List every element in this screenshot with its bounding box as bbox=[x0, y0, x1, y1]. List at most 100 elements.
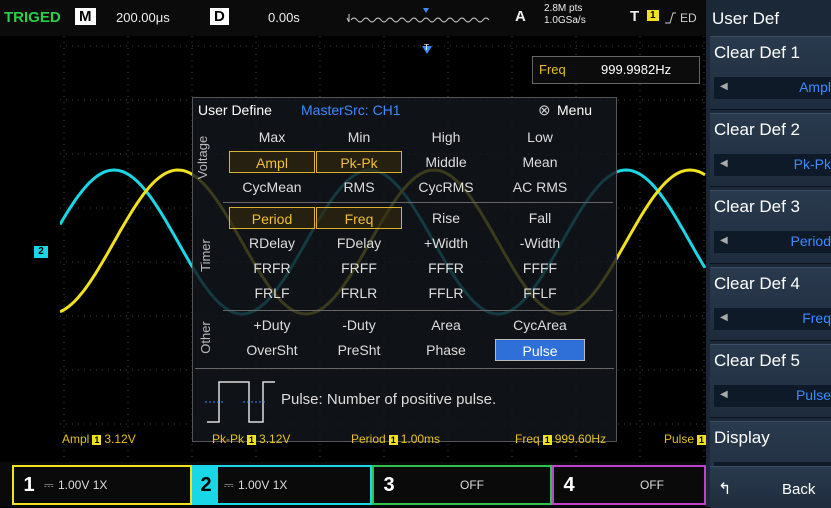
trigger-source-badge: 1 bbox=[647, 10, 659, 21]
timebase-m-label[interactable]: M bbox=[75, 8, 96, 25]
sample-rate: 1.0GSa/s bbox=[544, 15, 586, 26]
measurement-readout: Period 1 1.00ms bbox=[351, 432, 440, 446]
side-menu-item-value: Freq bbox=[802, 310, 831, 326]
left-arrow-icon: ◀ bbox=[720, 312, 728, 323]
pulse-diagram-icon bbox=[205, 381, 275, 423]
measurement-option[interactable]: Period bbox=[229, 207, 315, 229]
delay-value[interactable]: 0.00s bbox=[268, 10, 300, 25]
side-menu-item-value-box[interactable]: ◀ Period bbox=[714, 231, 831, 253]
back-button[interactable]: ↰ Back bbox=[710, 466, 831, 508]
measurement-option[interactable]: +Duty bbox=[229, 314, 315, 336]
measurement-option[interactable]: RMS bbox=[316, 176, 402, 198]
timebase-value[interactable]: 200.00μs bbox=[116, 10, 170, 25]
measurement-option[interactable]: FRFR bbox=[229, 257, 315, 279]
measurement-option[interactable]: RDelay bbox=[229, 232, 315, 254]
measurement-readout: Pulse 1 bbox=[664, 432, 709, 446]
channel-bar: 1 ⎓ 1.00V 1X 2 ⎓ 1.00V 1X 3 OFF 4 OFF bbox=[0, 462, 706, 507]
measurement-option[interactable]: Pulse bbox=[495, 339, 585, 361]
side-menu-item-value-box[interactable]: ◀ Pulse bbox=[714, 385, 831, 407]
group-divider bbox=[195, 368, 614, 369]
measurement-option[interactable]: -Width bbox=[495, 232, 585, 254]
measurement-option[interactable]: FFLF bbox=[495, 282, 585, 304]
measurement-option[interactable]: Max bbox=[229, 126, 315, 148]
measurement-value: 3.12V bbox=[104, 432, 136, 446]
measurement-option[interactable]: CycArea bbox=[495, 314, 585, 336]
channel-4-box[interactable]: 4 OFF bbox=[552, 465, 706, 505]
measurement-name: Ampl bbox=[62, 432, 90, 446]
measurement-channel-badge: 1 bbox=[388, 435, 398, 445]
measurement-option[interactable]: OverSht bbox=[229, 339, 315, 361]
measurement-option[interactable]: High bbox=[403, 126, 489, 148]
measurement-option[interactable]: Area bbox=[403, 314, 489, 336]
measurement-option[interactable]: FRFF bbox=[316, 257, 402, 279]
dialog-title: User Define bbox=[198, 102, 272, 118]
master-source[interactable]: MasterSrc: CH1 bbox=[301, 102, 401, 118]
ch2-level-marker[interactable]: 2 bbox=[34, 246, 48, 258]
trigger-status: TRIGED bbox=[4, 9, 61, 26]
close-circle-icon[interactable]: ⊗ bbox=[538, 101, 551, 119]
measurement-option[interactable]: CycRMS bbox=[403, 176, 489, 198]
measurement-readout: Pk-Pk 1 3.12V bbox=[212, 432, 290, 446]
measurement-option[interactable]: FFFF bbox=[495, 257, 585, 279]
channel-3-box[interactable]: 3 OFF bbox=[372, 465, 552, 505]
side-menu-item-label: Clear Def 2 bbox=[714, 120, 800, 139]
channel-1-box[interactable]: 1 ⎓ 1.00V 1X bbox=[12, 465, 192, 505]
trigger-t-label[interactable]: T bbox=[630, 8, 639, 25]
measurement-description: Pulse: Number of positive pulse. bbox=[281, 391, 497, 408]
measurement-option[interactable]: PreSht bbox=[316, 339, 402, 361]
channel-2-box[interactable]: 2 ⎓ 1.00V 1X bbox=[192, 465, 372, 505]
group-other-label: Other bbox=[197, 321, 213, 354]
measurement-option[interactable]: Middle bbox=[403, 151, 489, 173]
side-menu-item[interactable]: Clear Def 4 ◀ Freq bbox=[710, 267, 831, 341]
channel-3-number: 3 bbox=[383, 474, 395, 496]
measurement-option[interactable]: Mean bbox=[495, 151, 585, 173]
measurement-option[interactable]: Phase bbox=[403, 339, 489, 361]
side-menu-item-value-box[interactable]: ◀ Freq bbox=[714, 308, 831, 330]
measurement-option[interactable]: Ampl bbox=[229, 151, 315, 173]
side-menu-item[interactable]: Clear Def 3 ◀ Period bbox=[710, 190, 831, 264]
measurement-option[interactable]: CycMean bbox=[229, 176, 315, 198]
side-menu-item-label: Clear Def 4 bbox=[714, 274, 800, 293]
channel-4-number: 4 bbox=[563, 474, 575, 496]
measurement-option[interactable]: FRLF bbox=[229, 282, 315, 304]
measurement-option[interactable]: FDelay bbox=[316, 232, 402, 254]
measurement-option[interactable]: AC RMS bbox=[495, 176, 585, 198]
measurement-option[interactable]: Fall bbox=[495, 207, 585, 229]
side-menu-item[interactable]: Clear Def 1 ◀ Ampl bbox=[710, 36, 831, 110]
left-arrow-icon: ◀ bbox=[720, 158, 728, 169]
measurement-option[interactable]: FRLR bbox=[316, 282, 402, 304]
measurement-value: 1.00ms bbox=[400, 432, 441, 446]
measurement-option[interactable]: Freq bbox=[316, 207, 402, 229]
measurement-value: 3.12V bbox=[259, 432, 291, 446]
side-menu-item[interactable]: Clear Def 5 ◀ Pulse bbox=[710, 344, 831, 418]
measurement-option[interactable]: FFFR bbox=[403, 257, 489, 279]
waveform-overview-icon bbox=[346, 8, 490, 23]
measurement-name: Period bbox=[351, 432, 386, 446]
measurement-option[interactable]: -Duty bbox=[316, 314, 402, 336]
measurement-value: 999.60Hz bbox=[554, 432, 607, 446]
group-divider bbox=[223, 310, 613, 311]
measurement-option[interactable]: Min bbox=[316, 126, 402, 148]
dialog-menu-button[interactable]: Menu bbox=[557, 102, 592, 118]
channel-2-number: 2 bbox=[194, 467, 218, 503]
acquire-a-label[interactable]: A bbox=[515, 8, 526, 25]
side-menu-item[interactable]: Clear Def 2 ◀ Pk-Pk bbox=[710, 113, 831, 187]
back-label: Back bbox=[782, 481, 816, 498]
side-menu: User Def Clear Def 1 ◀ Ampl Clear Def 2 ◀ Pk-… bbox=[706, 0, 831, 508]
measurement-option[interactable]: Pk-Pk bbox=[316, 151, 402, 173]
side-menu-item-value-box[interactable]: ◀ Ampl bbox=[714, 77, 831, 99]
side-menu-item-value-box[interactable]: ◀ Pk-Pk bbox=[714, 154, 831, 176]
side-menu-title: User Def bbox=[712, 9, 780, 28]
measurement-option[interactable]: FFLR bbox=[403, 282, 489, 304]
measurement-option[interactable]: Low bbox=[495, 126, 585, 148]
measurement-option[interactable]: +Width bbox=[403, 232, 489, 254]
side-menu-item-value: Pulse bbox=[795, 387, 831, 403]
side-menu-item-value: Ampl bbox=[799, 79, 831, 95]
measurement-name: Pk-Pk bbox=[212, 432, 245, 446]
side-menu-item-label: Clear Def 1 bbox=[714, 43, 800, 62]
group-voltage-label: Voltage bbox=[195, 135, 211, 180]
measurement-option[interactable]: Rise bbox=[403, 207, 489, 229]
delay-d-label[interactable]: D bbox=[210, 8, 229, 25]
user-define-dialog: User Define MasterSrc: CH1 ⊗ Menu Voltag… bbox=[192, 97, 617, 442]
side-menu-item-value: Period bbox=[790, 233, 831, 249]
